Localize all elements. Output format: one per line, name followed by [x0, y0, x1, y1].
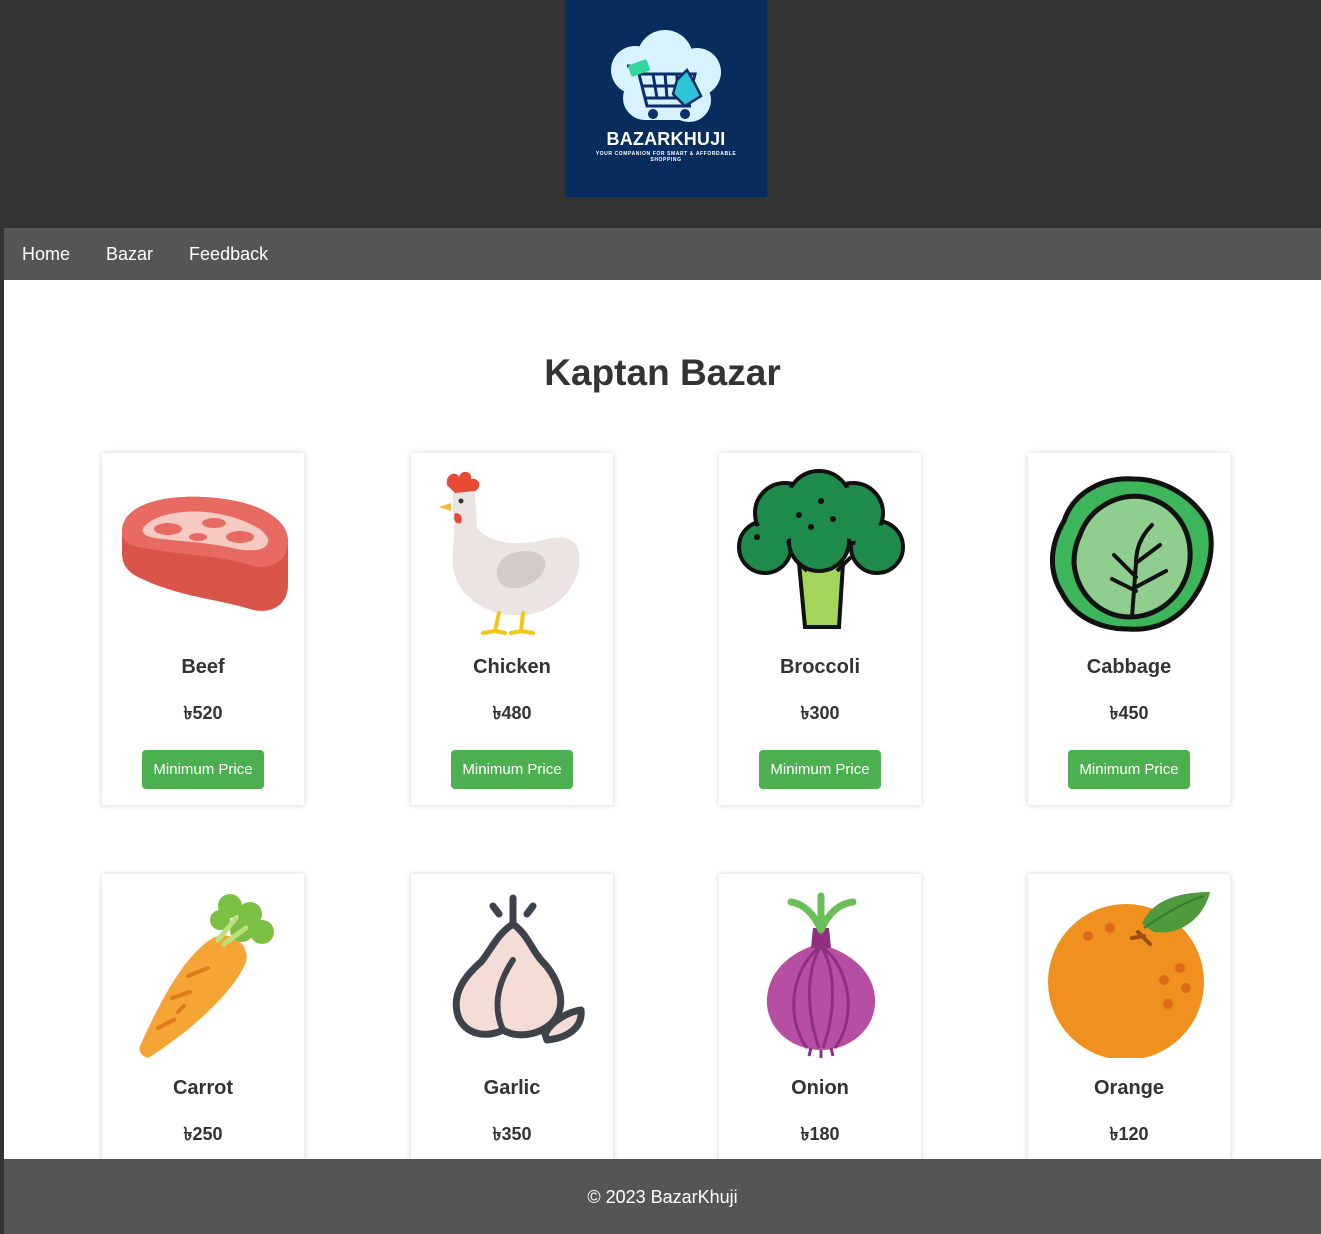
- product-name: Orange: [1093, 1077, 1165, 1099]
- page: BAZARKHUJI YOUR COMPANION FOR SMART & AF…: [4, 0, 1321, 1234]
- product-price: ৳350: [492, 1124, 532, 1144]
- product-price: ৳450: [1109, 703, 1149, 723]
- nav-item-feedback[interactable]: Feedback: [189, 244, 268, 265]
- logo-title: BAZARKHUJI: [606, 129, 726, 149]
- page-title: Kaptan Bazar: [544, 352, 781, 393]
- minimum-price-button[interactable]: Minimum Price: [759, 750, 881, 789]
- product-price: ৳250: [183, 1124, 223, 1144]
- product-name: Cabbage: [1086, 656, 1172, 678]
- site-footer: © 2023 BazarKhuji: [4, 1159, 1321, 1234]
- main-nav: Home Bazar Feedback: [4, 228, 1321, 280]
- product-price: ৳520: [183, 703, 223, 723]
- product-price: ৳300: [800, 703, 840, 723]
- product-name: Beef: [181, 656, 225, 678]
- carrot-icon: [139, 894, 274, 1058]
- broccoli-icon: [737, 469, 905, 629]
- logo-tagline: YOUR COMPANION FOR SMART & AFFORDABLE SH…: [595, 151, 737, 163]
- nav-item-home[interactable]: Home: [22, 244, 70, 265]
- product-card-chicken: Chicken ৳480 Minimum Price: [411, 453, 613, 805]
- chicken-icon: [439, 471, 580, 635]
- onion-icon: [766, 892, 876, 1058]
- orange-icon: [1048, 892, 1210, 1058]
- product-card-broccoli: Broccoli ৳300 Minimum Price: [719, 453, 921, 805]
- product-price: ৳480: [492, 703, 532, 723]
- product-name: Broccoli: [779, 656, 861, 678]
- minimum-price-button[interactable]: Minimum Price: [1068, 750, 1190, 789]
- product-card-cabbage: Cabbage ৳450 Minimum Price: [1028, 453, 1230, 805]
- product-name: Garlic: [483, 1077, 541, 1099]
- footer-copyright: © 2023 BazarKhuji: [587, 1187, 738, 1207]
- cabbage-icon: [1049, 476, 1214, 632]
- product-price: ৳120: [1109, 1124, 1149, 1144]
- cart-cloud-logo-icon: [611, 30, 721, 122]
- product-card-beef: Beef ৳520 Minimum Price: [102, 453, 304, 805]
- site-header: BAZARKHUJI YOUR COMPANION FOR SMART & AF…: [4, 0, 1321, 228]
- site-logo[interactable]: BAZARKHUJI YOUR COMPANION FOR SMART & AF…: [565, 0, 767, 197]
- nav-item-bazar[interactable]: Bazar: [106, 244, 153, 265]
- minimum-price-button[interactable]: Minimum Price: [142, 750, 264, 789]
- garlic-icon: [452, 894, 585, 1044]
- product-price: ৳180: [800, 1124, 840, 1144]
- beef-steak-icon: [122, 496, 288, 611]
- minimum-price-button[interactable]: Minimum Price: [451, 750, 573, 789]
- product-name: Onion: [791, 1077, 849, 1099]
- product-name: Carrot: [172, 1077, 233, 1099]
- product-name: Chicken: [473, 656, 551, 678]
